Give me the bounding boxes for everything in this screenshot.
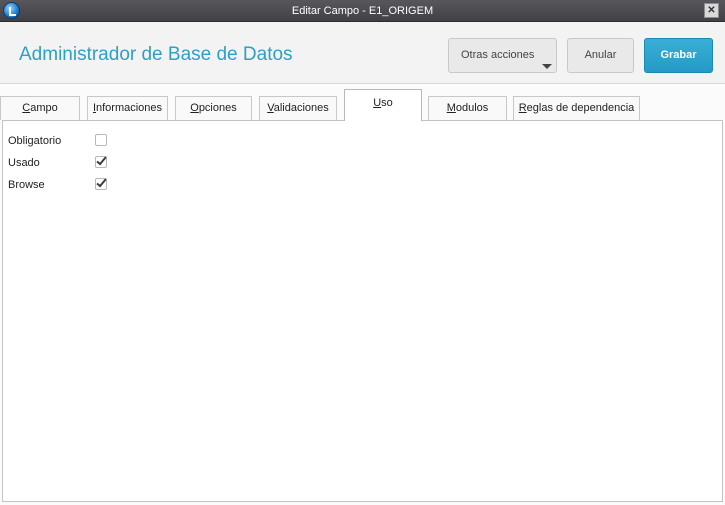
tab-panel-uso: Obligatorio Usado Browse: [2, 120, 723, 502]
browse-checkbox[interactable]: [95, 176, 107, 190]
tab-label: so: [381, 97, 393, 109]
tab-mnemonic: O: [190, 102, 199, 114]
more-actions-button[interactable]: Otras acciones: [448, 38, 557, 73]
checkmark-icon: [96, 154, 107, 166]
tab-label: pciones: [198, 102, 237, 114]
tab-reglas-de-dependencia[interactable]: Reglas de dependencia: [513, 96, 640, 120]
tab-label: eglas de dependencia: [526, 102, 635, 114]
tab-label: ampo: [30, 102, 58, 114]
tab-mnemonic: C: [22, 102, 31, 114]
chevron-down-icon: [542, 64, 552, 69]
tab-mnemonic: M: [446, 102, 456, 114]
close-icon[interactable]: ✕: [704, 3, 719, 18]
page-title: Administrador de Base de Datos: [19, 44, 293, 65]
save-button[interactable]: Grabar: [644, 38, 713, 73]
cancel-button[interactable]: Anular: [567, 38, 634, 73]
tab-label: alidaciones: [273, 102, 329, 114]
header-bar: Administrador de Base de Datos Otras acc…: [0, 22, 725, 84]
window-titlebar: Editar Campo - E1_ORIGEM ✕: [0, 0, 725, 22]
tab-campo[interactable]: Campo: [0, 96, 80, 120]
usado-checkbox[interactable]: [95, 154, 107, 168]
tab-mnemonic: U: [373, 97, 382, 109]
window-title: Editar Campo - E1_ORIGEM: [291, 5, 434, 17]
checkmark-icon: [96, 176, 107, 188]
tab-opciones[interactable]: Opciones: [175, 96, 252, 120]
obligatorio-checkbox[interactable]: [95, 134, 107, 146]
field-label: Obligatorio: [8, 135, 62, 147]
tab-uso[interactable]: Uso: [344, 89, 422, 121]
field-label: Browse: [8, 179, 45, 191]
tab-bar: Campo Informaciones Opciones Validacione…: [0, 84, 725, 121]
tab-mnemonic: R: [518, 102, 527, 114]
tab-label: odulos: [455, 102, 489, 114]
tab-validaciones[interactable]: Validaciones: [259, 96, 337, 120]
tab-informaciones[interactable]: Informaciones: [87, 96, 168, 120]
more-actions-label: Otras acciones: [461, 49, 535, 61]
tab-label: nformaciones: [96, 102, 163, 114]
field-label: Usado: [8, 157, 40, 169]
tab-modulos[interactable]: Modulos: [428, 96, 507, 120]
